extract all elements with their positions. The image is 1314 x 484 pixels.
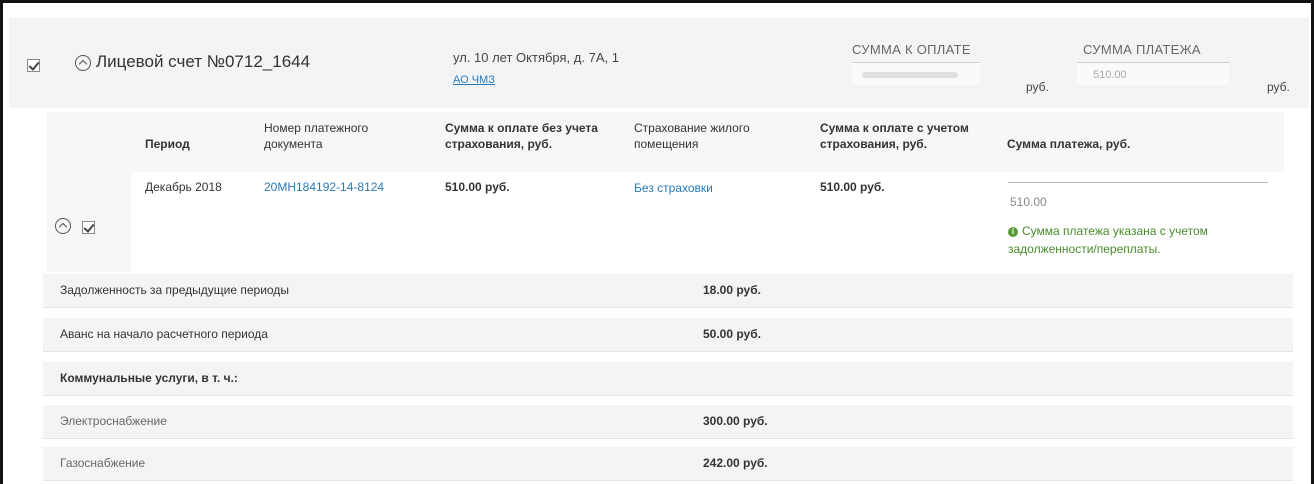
- summary-value: 300.00 руб.: [703, 414, 768, 428]
- sum-due-value-blurred: [862, 72, 958, 78]
- summary-label: Электроснабжение: [60, 414, 167, 428]
- info-icon: i: [1008, 226, 1018, 237]
- collapse-chevron-icon[interactable]: [75, 55, 91, 71]
- header-period: Период: [145, 137, 190, 151]
- row-checkbox[interactable]: [82, 221, 95, 234]
- sum-due-label: СУММА К ОПЛАТЕ: [852, 42, 971, 57]
- row-sum-no-ins: 510.00 руб.: [445, 180, 510, 194]
- row-sum-with-ins: 510.00 руб.: [820, 180, 885, 194]
- header-sum-with-ins: Сумма к оплате с учетом страхования, руб…: [820, 121, 969, 151]
- summary-value: 18.00 руб.: [703, 283, 761, 297]
- header-doc-number: Номер платежного документа: [264, 121, 369, 151]
- header-payment: Сумма платежа, руб.: [1007, 137, 1131, 151]
- summary-value: 242.00 руб.: [703, 456, 768, 470]
- sum-payment-label: СУММА ПЛАТЕЖА: [1083, 42, 1201, 57]
- summary-row: Газоснабжение 242.00 руб.: [43, 447, 1293, 481]
- expand-row-chevron-icon[interactable]: [55, 218, 71, 234]
- sum-payment-input[interactable]: 510.00: [1077, 62, 1229, 85]
- row-insurance-link[interactable]: Без страховки: [634, 181, 713, 195]
- sum-due-field: [852, 62, 980, 85]
- summary-row: Электроснабжение 300.00 руб.: [43, 405, 1293, 439]
- summary-label: Коммунальные услуги, в т. ч.:: [60, 371, 238, 385]
- org-link[interactable]: АО ЧМЗ: [453, 74, 495, 86]
- row-doc-number-link[interactable]: 20МН184192-14-8124: [264, 180, 384, 194]
- header-sum-no-ins: Сумма к оплате без учета страхования, ру…: [445, 121, 598, 151]
- header-insurance: Страхование жилого помещения: [634, 121, 750, 151]
- row-control-cell: [47, 172, 131, 272]
- summary-label: Аванс на начало расчетного периода: [60, 327, 268, 341]
- row-payment-input[interactable]: 510.00: [1008, 182, 1268, 216]
- summary-label: Газоснабжение: [60, 456, 146, 470]
- account-checkbox[interactable]: [27, 59, 40, 72]
- account-title[interactable]: Лицевой счет №0712_1644: [96, 52, 310, 72]
- account-address: ул. 10 лет Октября, д. 7А, 1: [453, 50, 619, 65]
- summary-label: Задолженность за предыдущие периоды: [60, 283, 289, 297]
- payment-note: i Сумма платежа указана с учетом задолжен…: [1008, 222, 1278, 258]
- payment-note-text: Сумма платежа указана с учетом задолженн…: [1008, 224, 1208, 256]
- sum-payment-value: 510.00: [1093, 69, 1127, 81]
- summary-value: 50.00 руб.: [703, 327, 761, 341]
- summary-row: Задолженность за предыдущие периоды 18.0…: [43, 274, 1293, 308]
- sum-payment-currency: руб.: [1267, 80, 1290, 94]
- summary-row: Коммунальные услуги, в т. ч.:: [43, 362, 1293, 396]
- summary-row: Аванс на начало расчетного периода 50.00…: [43, 318, 1293, 352]
- sum-due-currency: руб.: [1026, 80, 1049, 94]
- row-period: Декабрь 2018: [145, 180, 222, 194]
